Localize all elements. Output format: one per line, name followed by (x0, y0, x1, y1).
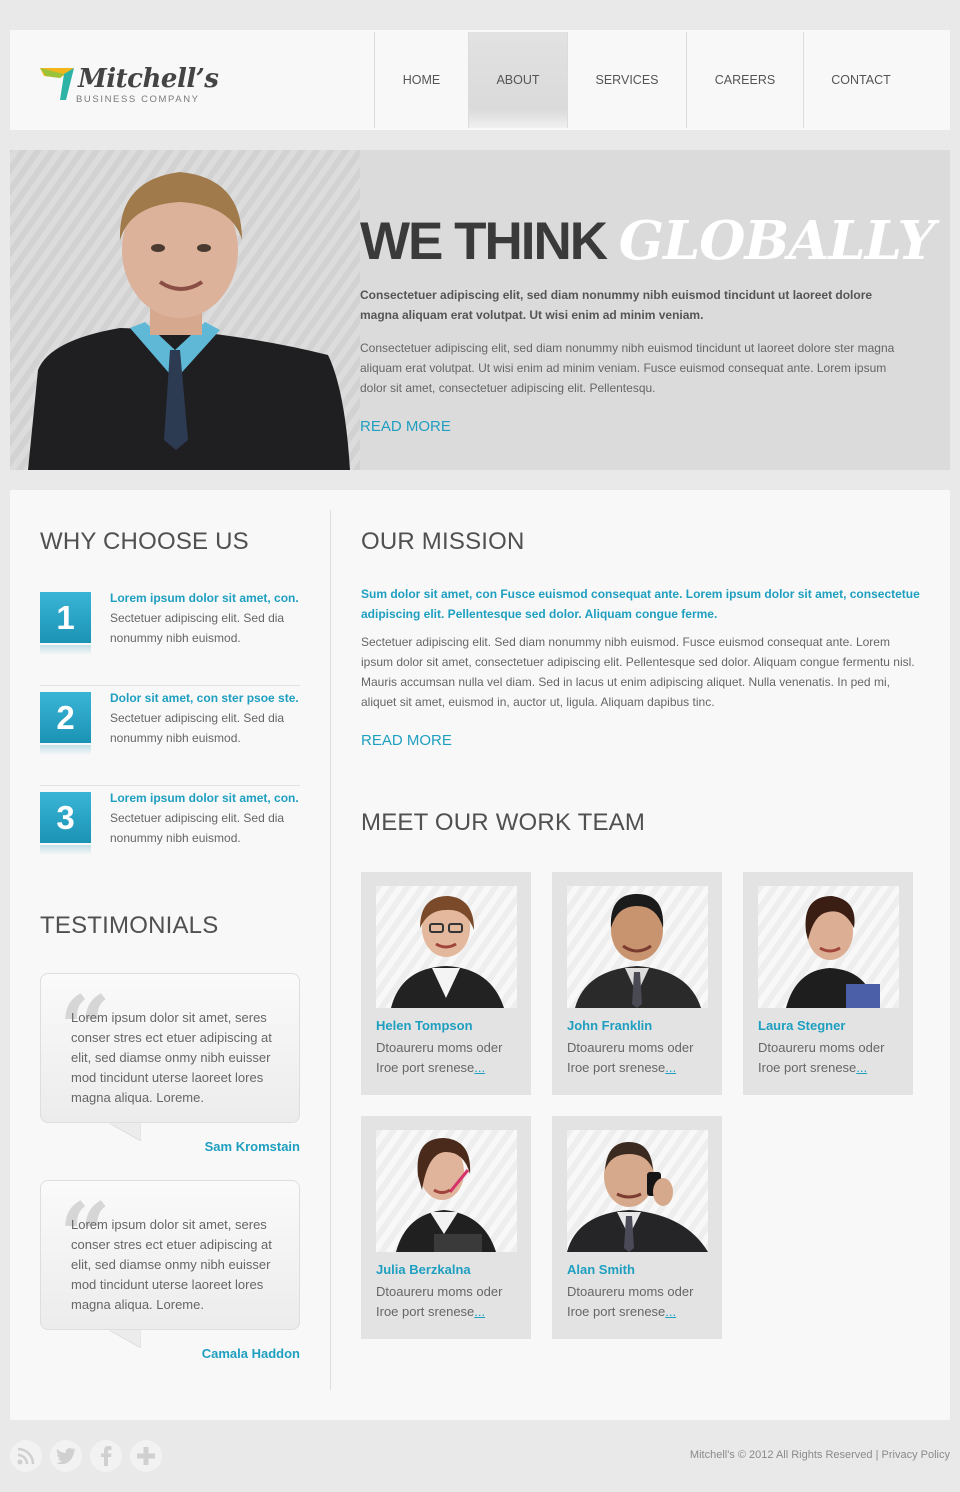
team-member-desc: Dtoaureru moms oder Iroe port srenese... (376, 1282, 526, 1322)
logo-tagline: BUSINESS COMPANY (76, 94, 200, 105)
testimonials-heading: TESTIMONIALS (40, 912, 219, 939)
team-member-name[interactable]: Alan Smith (567, 1262, 635, 1277)
why-item: 2 Dolor sit amet, con ster psoe ste. Sec… (40, 686, 300, 786)
facebook-icon[interactable] (90, 1440, 122, 1472)
team-member-desc: Dtoaureru moms oder Iroe port srenese... (376, 1038, 526, 1078)
hero-body-text: Consectetuer adipiscing elit, sed diam n… (360, 341, 895, 395)
team-card-laura: Laura Stegner Dtoaureru moms oder Iroe p… (743, 872, 913, 1095)
why-item-title[interactable]: Dolor sit amet, con ster psoe ste. (110, 688, 299, 708)
team-card-alan: Alan Smith Dtoaureru moms oder Iroe port… (552, 1116, 722, 1339)
team-member-more-link[interactable]: ... (665, 1060, 676, 1075)
team-member-desc: Dtoaureru moms oder Iroe port srenese... (567, 1282, 717, 1322)
hero-read-more-link[interactable]: READ MORE (360, 418, 451, 435)
column-divider (330, 510, 331, 1390)
team-card-helen: Helen Tompson Dtoaureru moms oder Iroe p… (361, 872, 531, 1095)
why-item: 1 Lorem ipsum dolor sit amet, con. Secte… (40, 586, 300, 686)
why-item-title[interactable]: Lorem ipsum dolor sit amet, con. (110, 588, 299, 608)
team-member-desc: Dtoaureru moms oder Iroe port srenese... (567, 1038, 717, 1078)
footer-text: Mitchell's © 2012 All Rights Reserved | … (690, 1449, 950, 1461)
logo-mark-icon (40, 68, 74, 100)
number-badge: 3 (40, 792, 91, 855)
team-member-photo (376, 886, 517, 1008)
mission-body-text: Sectetuer adipiscing elit. Sed diam nonu… (361, 635, 915, 709)
main-nav: HOME ABOUT SERVICES CAREERS CONTACT (374, 32, 918, 128)
nav-careers[interactable]: CAREERS (686, 32, 803, 128)
team-heading: MEET OUR WORK TEAM (361, 809, 646, 836)
hero-lead-text: Consectetuer adipiscing elit, sed diam n… (360, 288, 873, 322)
team-member-photo (758, 886, 899, 1008)
hero-title-emphasis: GLOBALLY (618, 210, 936, 272)
why-item-text: Sectetuer adipiscing elit. Sed dia nonum… (110, 811, 285, 845)
bubble-tail (109, 1123, 141, 1141)
why-item: 3 Lorem ipsum dolor sit amet, con. Secte… (40, 786, 300, 886)
team-member-more-link[interactable]: ... (665, 1304, 676, 1319)
footer-separator: | (872, 1449, 882, 1461)
rss-icon[interactable] (10, 1440, 42, 1472)
twitter-icon[interactable] (50, 1440, 82, 1472)
logo-name: Mitchell’s (78, 64, 219, 94)
hero-banner: WE THINK GLOBALLY Consectetuer adipiscin… (10, 150, 950, 470)
testimonial-bubble: “ Lorem ipsum dolor sit amet, seres cons… (40, 1180, 300, 1348)
hero-title: WE THINK GLOBALLY (360, 210, 936, 272)
testimonial-bubble: “ Lorem ipsum dolor sit amet, seres cons… (40, 973, 300, 1141)
testimonial-author: Camala Haddon (201, 1346, 300, 1361)
privacy-policy-link[interactable]: Privacy Policy (882, 1449, 950, 1461)
team-member-more-link[interactable]: ... (474, 1060, 485, 1075)
testimonial-text: Lorem ipsum dolor sit amet, seres conser… (71, 1010, 272, 1105)
team-member-photo (376, 1130, 517, 1252)
team-member-more-link[interactable]: ... (856, 1060, 867, 1075)
nav-about[interactable]: ABOUT (468, 32, 567, 128)
team-member-name[interactable]: Helen Tompson (376, 1018, 473, 1033)
team-member-photo (567, 1130, 708, 1252)
mission-heading: OUR MISSION (361, 528, 525, 555)
number-badge: 2 (40, 692, 91, 755)
bubble-tail (109, 1330, 141, 1348)
plus-icon[interactable] (130, 1440, 162, 1472)
nav-services[interactable]: SERVICES (567, 32, 686, 128)
why-item-text: Sectetuer adipiscing elit. Sed dia nonum… (110, 711, 285, 745)
why-list: 1 Lorem ipsum dolor sit amet, con. Secte… (40, 586, 300, 886)
logo[interactable]: Mitchell’s BUSINESS COMPANY (40, 64, 240, 108)
hero-title-plain: WE THINK (360, 212, 608, 271)
main-content: WHY CHOOSE US 1 Lorem ipsum dolor sit am… (10, 490, 950, 1420)
nav-home[interactable]: HOME (374, 32, 468, 128)
testimonial-author: Sam Kromstain (204, 1139, 300, 1154)
team-card-john: John Franklin Dtoaureru moms oder Iroe p… (552, 872, 722, 1095)
why-item-title[interactable]: Lorem ipsum dolor sit amet, con. (110, 788, 299, 808)
team-member-desc: Dtoaureru moms oder Iroe port srenese... (758, 1038, 908, 1078)
team-member-more-link[interactable]: ... (474, 1304, 485, 1319)
team-member-photo (567, 886, 708, 1008)
why-heading: WHY CHOOSE US (40, 528, 249, 555)
why-item-text: Sectetuer adipiscing elit. Sed dia nonum… (110, 611, 285, 645)
site-header: Mitchell’s BUSINESS COMPANY HOME ABOUT S… (10, 30, 950, 130)
nav-contact[interactable]: CONTACT (803, 32, 918, 128)
team-member-name[interactable]: John Franklin (567, 1018, 652, 1033)
number-badge: 1 (40, 592, 91, 655)
copyright-text: Mitchell's © 2012 All Rights Reserved (689, 1449, 873, 1461)
team-card-julia: Julia Berzkalna Dtoaureru moms oder Iroe… (361, 1116, 531, 1339)
mission-lead-text: Sum dolor sit amet, con Fusce euismod co… (361, 587, 920, 621)
mission-read-more-link[interactable]: READ MORE (361, 732, 452, 749)
testimonial-text: Lorem ipsum dolor sit amet, seres conser… (71, 1217, 272, 1312)
hero-person-photo (10, 150, 360, 470)
team-member-name[interactable]: Julia Berzkalna (376, 1262, 471, 1277)
team-member-name[interactable]: Laura Stegner (758, 1018, 845, 1033)
